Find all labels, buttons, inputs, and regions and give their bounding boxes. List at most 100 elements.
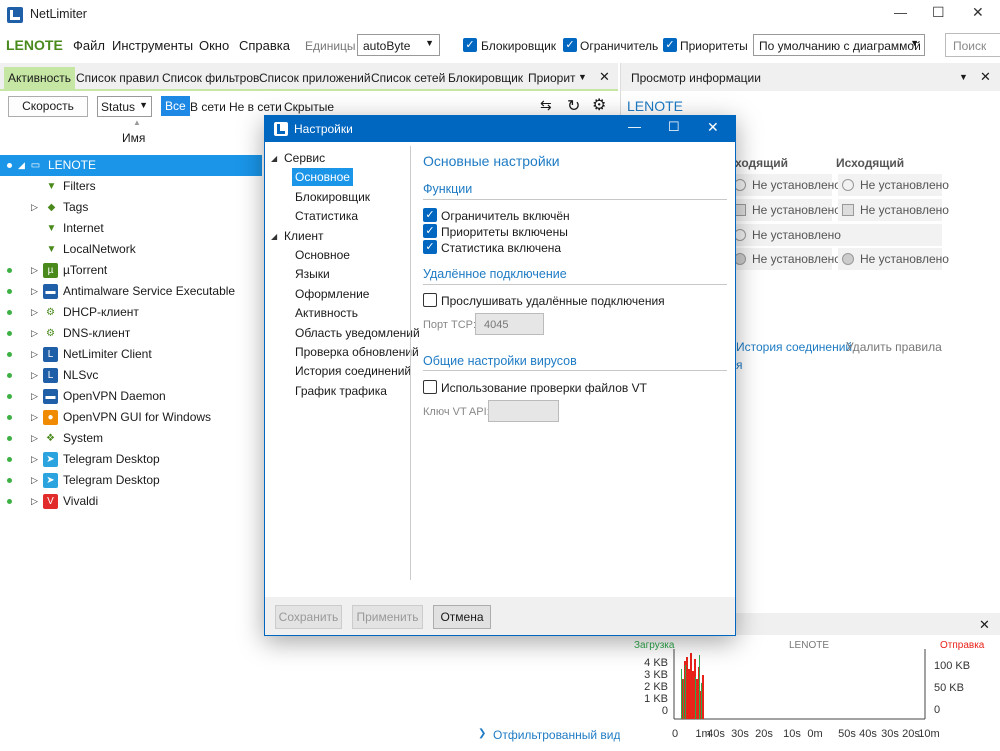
expand-arrow-icon[interactable]: ◢: [18, 155, 25, 176]
collapse-arrow-icon[interactable]: ◢: [271, 154, 277, 163]
speed-button[interactable]: Скорость: [8, 96, 88, 117]
priorities-enabled-checkbox[interactable]: ✓: [423, 224, 437, 238]
tree-row[interactable]: ▷ ⚙ DHCP-клиент: [0, 302, 262, 323]
tab-blocker[interactable]: Блокировщик: [444, 67, 527, 89]
tree-row[interactable]: ▷ ● OpenVPN GUI for Windows: [0, 407, 262, 428]
tree-row[interactable]: ▷ ➤ Telegram Desktop: [0, 449, 262, 470]
close-icon[interactable]: ✕: [979, 617, 990, 633]
save-button[interactable]: Сохранить: [275, 605, 342, 629]
outgoing-cell-2[interactable]: Не установлено: [838, 199, 949, 221]
collapse-arrow-icon[interactable]: ◢: [271, 232, 277, 241]
nav-item[interactable]: Основное: [295, 248, 350, 262]
delete-rules-link[interactable]: Удалить правила: [846, 340, 942, 354]
expand-arrow-icon[interactable]: ▷: [31, 428, 38, 449]
outgoing-cell-4[interactable]: Не установлено: [838, 248, 949, 270]
limiter-enabled-checkbox[interactable]: ✓: [423, 208, 437, 222]
filter-online[interactable]: В сети: [190, 100, 226, 114]
tree-row[interactable]: ▷ V Vivaldi: [0, 491, 262, 512]
nav-group[interactable]: Сервис: [284, 151, 325, 165]
remote-listen-checkbox[interactable]: [423, 293, 437, 307]
expand-arrow-icon[interactable]: ▷: [31, 407, 38, 428]
expand-arrow-icon[interactable]: ▷: [31, 470, 38, 491]
cancel-button[interactable]: Отмена: [433, 605, 491, 629]
maximize-button[interactable]: ☐: [932, 4, 945, 21]
menu-window[interactable]: Окно: [199, 38, 229, 53]
expand-arrow-icon[interactable]: ▷: [31, 281, 38, 302]
tabs-dropdown-icon[interactable]: ▼: [578, 72, 587, 82]
nav-item[interactable]: Проверка обновлений: [295, 345, 419, 359]
tree-row[interactable]: ▷ µ µTorrent: [0, 260, 262, 281]
expand-arrow-icon[interactable]: ▷: [31, 449, 38, 470]
tree-row[interactable]: ▷ L NLSvc: [0, 365, 262, 386]
incoming-cell-4[interactable]: Не установлено: [734, 248, 841, 270]
tcp-port-input[interactable]: 4045: [475, 313, 544, 335]
tree-row[interactable]: ◢ ▭ LENOTE: [0, 155, 262, 176]
vt-check-checkbox[interactable]: [423, 380, 437, 394]
expand-arrow-icon[interactable]: ▷: [31, 386, 38, 407]
tab-networks[interactable]: Список сетей: [367, 67, 449, 89]
tree-row[interactable]: ▷ ▬ OpenVPN Daemon: [0, 386, 262, 407]
tree-row[interactable]: ▷ ⚙ DNS-клиент: [0, 323, 262, 344]
tab-apps[interactable]: Список приложений: [255, 67, 375, 89]
status-select[interactable]: Status ▼: [97, 96, 152, 117]
vt-key-input[interactable]: [488, 400, 559, 422]
menu-file[interactable]: Файл: [73, 38, 105, 53]
dialog-minimize-button[interactable]: —: [628, 119, 641, 134]
nav-item[interactable]: Область уведомлений: [295, 326, 420, 340]
nav-item[interactable]: График трафика: [295, 384, 387, 398]
close-button[interactable]: ✕: [972, 4, 984, 21]
dialog-close-button[interactable]: ✕: [707, 119, 719, 136]
close-icon[interactable]: ✕: [599, 69, 610, 85]
menu-tools[interactable]: Инструменты: [112, 38, 193, 53]
nav-item[interactable]: Оформление: [295, 287, 369, 301]
tab-activity[interactable]: Активность: [4, 67, 76, 89]
nav-item[interactable]: История соединений: [295, 364, 411, 378]
name-column-header[interactable]: Имя: [122, 131, 145, 145]
search-input[interactable]: Поиск: [945, 33, 1000, 57]
tree-row[interactable]: ▼ Filters: [0, 176, 262, 197]
units-select[interactable]: autoByte ▼: [357, 34, 440, 56]
tree-row[interactable]: ▷ L NetLimiter Client: [0, 344, 262, 365]
tab-priorities[interactable]: Приорит: [524, 67, 580, 89]
tab-rules[interactable]: Список правил: [72, 67, 163, 89]
menu-help[interactable]: Справка: [239, 38, 290, 53]
minimize-button[interactable]: —: [894, 5, 907, 20]
filter-offline[interactable]: Не в сети: [229, 100, 282, 114]
refresh-icon[interactable]: ↻: [567, 96, 580, 116]
expand-arrow-icon[interactable]: ▷: [31, 260, 38, 281]
tree-row[interactable]: ▷ ➤ Telegram Desktop: [0, 470, 262, 491]
filter-hidden[interactable]: Скрытые: [284, 100, 334, 114]
apply-button[interactable]: Применить: [352, 605, 423, 629]
priorities-checkbox[interactable]: ✓: [663, 38, 677, 52]
chevron-down-icon[interactable]: ▼: [959, 72, 968, 82]
expand-arrow-icon[interactable]: ▷: [31, 302, 38, 323]
nav-item[interactable]: Основное: [292, 168, 353, 187]
incoming-cell-2[interactable]: Не установлено: [734, 199, 841, 221]
nav-item[interactable]: Активность: [295, 306, 358, 320]
tree-row[interactable]: ▷ ▬ Antimalware Service Executable: [0, 281, 262, 302]
expand-arrow-icon[interactable]: ▷: [31, 323, 38, 344]
limiter-checkbox[interactable]: ✓: [563, 38, 577, 52]
dialog-maximize-button[interactable]: ☐: [668, 119, 680, 135]
tree-row[interactable]: ▷ ◆ Tags: [0, 197, 262, 218]
tree-row[interactable]: ▷ ❖ System: [0, 428, 262, 449]
collapse-icon[interactable]: ⇆: [540, 97, 552, 114]
gear-icon[interactable]: ⚙: [592, 95, 606, 115]
expand-arrow-icon[interactable]: ▷: [31, 197, 38, 218]
profile-select[interactable]: По умолчанию с диаграммой ▼: [753, 34, 925, 56]
extra-link[interactable]: я: [736, 358, 743, 372]
nav-group[interactable]: Клиент: [284, 229, 324, 243]
incoming-cell-3[interactable]: Не установлено: [734, 224, 942, 246]
expand-arrow-icon[interactable]: ▷: [31, 491, 38, 512]
nav-item[interactable]: Языки: [295, 267, 330, 281]
blocker-checkbox[interactable]: ✓: [463, 38, 477, 52]
close-icon[interactable]: ✕: [980, 69, 991, 85]
incoming-cell-1[interactable]: Не установлено: [734, 174, 841, 196]
expand-arrow-icon[interactable]: ▷: [31, 344, 38, 365]
outgoing-cell-1[interactable]: Не установлено: [838, 174, 949, 196]
history-link[interactable]: История соединений: [736, 340, 852, 354]
stats-enabled-checkbox[interactable]: ✓: [423, 240, 437, 254]
expand-arrow-icon[interactable]: ▷: [31, 365, 38, 386]
tree-row[interactable]: ▼ Internet: [0, 218, 262, 239]
nav-item[interactable]: Блокировщик: [295, 190, 370, 204]
